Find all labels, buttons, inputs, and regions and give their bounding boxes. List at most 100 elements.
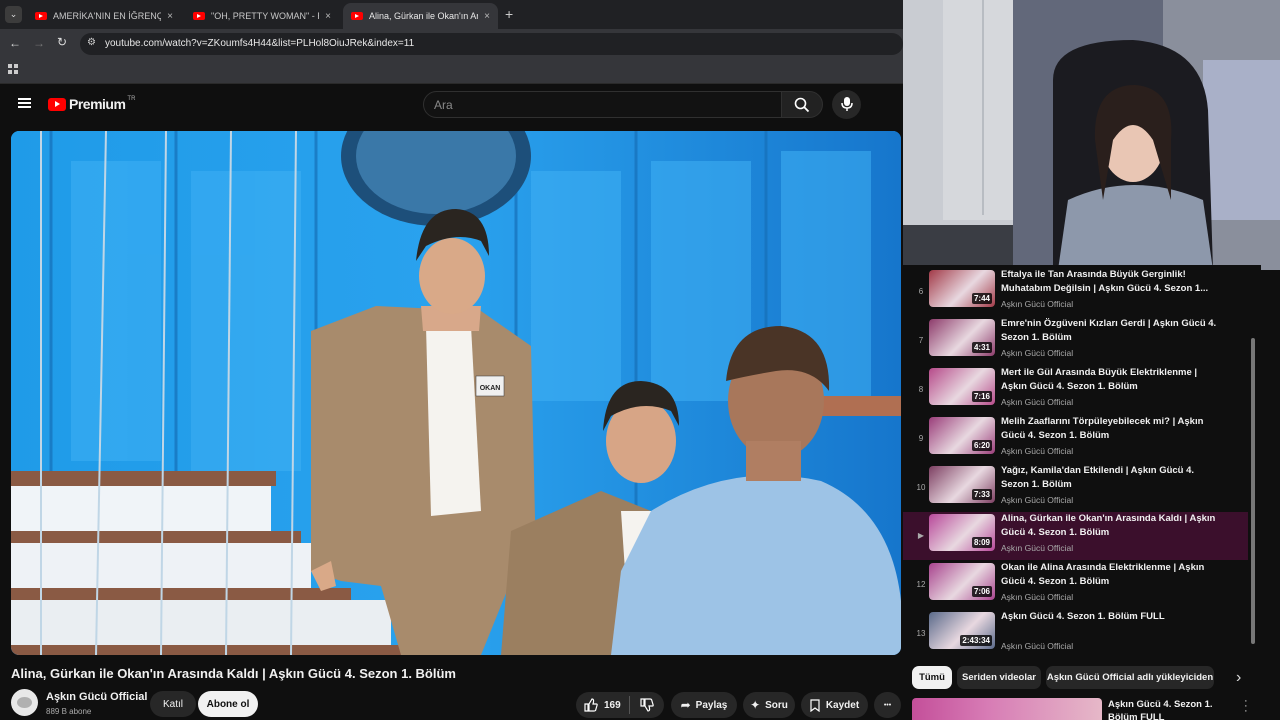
chevron-right-icon[interactable]: › [1236,669,1241,687]
save-button[interactable]: Kaydet [801,692,868,718]
playlist-thumbnail[interactable]: 4:31 [929,319,995,356]
address-bar[interactable]: ⚙ youtube.com/watch?v=ZKoumfs4H44&list=P… [80,33,903,55]
playlist-thumbnail[interactable]: 7:33 [929,466,995,503]
video-duration: 7:33 [971,489,992,500]
microphone-icon [841,97,853,111]
close-tab-icon[interactable]: × [484,11,490,22]
youtube-favicon-icon [35,12,47,20]
playlist-item[interactable]: 13 2:43:34 Aşkın Gücü 4. Sezon 1. Bölüm FU… [903,610,1248,655]
save-label: Kaydet [825,699,860,711]
playlist-thumbnail[interactable]: 7:06 [929,563,995,600]
video-duration: 4:31 [971,342,992,353]
more-actions-button[interactable]: ••• [874,692,901,718]
playlist-item-title[interactable]: Emre'nin Özgüveni Kızları Gerdi | Aşkın … [1001,317,1221,344]
playlist-item[interactable]: 6 7:44 Eftalya ile Tan Arasında Büyük Gerg… [903,268,1248,316]
join-button[interactable]: Katıl [150,691,196,717]
playlist-item-channel: Aşkın Gücü Official [1001,495,1074,505]
playlist-item-title[interactable]: Eftalya ile Tan Arasında Büyük Gerginlik… [1001,268,1221,295]
next-video-title[interactable]: Aşkın Gücü 4. Sezon 1. Bölüm FULL [1108,698,1238,720]
next-video-thumbnail[interactable] [912,698,1102,720]
ask-label: Soru [765,699,788,711]
chip-uploader[interactable]: Aşkın Gücü Official adlı yükleyiciden [1046,666,1214,689]
site-info-icon[interactable]: ⚙ [87,37,96,48]
apps-grid-icon[interactable] [8,64,18,74]
playlist-index: ▶ [917,531,925,540]
close-tab-icon[interactable]: × [325,11,331,22]
playlist-index: 6 [918,287,924,296]
playlist-item-channel: Aşkın Gücü Official [1001,348,1074,358]
playlist-index: 7 [918,336,924,345]
playlist-thumbnail[interactable]: 6:20 [929,417,995,454]
video-duration: 7:44 [971,293,992,304]
next-video-more-icon[interactable]: · · · [1244,696,1248,717]
video-duration: 2:43:34 [960,635,992,646]
video-duration: 6:20 [971,440,992,451]
playlist-index: 9 [918,434,924,443]
playlist-item[interactable]: 7 4:31 Emre'nin Özgüveni Kızları Gerdi | A… [903,317,1248,365]
voice-search-button[interactable] [832,90,861,119]
playlist-item[interactable]: ▶ 8:09 Alina, Gürkan ile Okan'ın Arasında … [903,512,1248,560]
playlist-item[interactable]: 8 7:16 Mert ile Gül Arasında Büyük Elektri… [903,366,1248,414]
chip-all[interactable]: Tümü [912,666,952,689]
search-button[interactable] [781,91,823,118]
youtube-favicon-icon [193,12,205,20]
like-dislike-group: 169 [576,692,664,718]
name-tag-text: OKAN [480,385,501,392]
playlist-item-channel: Aşkın Gücü Official [1001,592,1074,602]
video-frame: OKAN [11,131,901,655]
share-label: Paylaş [695,699,728,711]
playlist-item-title[interactable]: Melih Zaaflarını Törpüleyebilecek mi? | … [1001,415,1221,442]
logo-country: TR [127,96,136,102]
chip-series[interactable]: Seriden videolar [957,666,1041,689]
playlist-item[interactable]: 9 6:20 Melih Zaaflarını Törpüleyebilecek m… [903,415,1248,463]
channel-name[interactable]: Aşkın Gücü Official [46,691,147,703]
browser-tab-3[interactable]: Alina, Gürkan ile Okan'ın Arası × [343,3,498,29]
channel-avatar[interactable] [11,689,38,716]
subscribe-button[interactable]: Abone ol [198,691,258,717]
like-count: 169 [604,699,621,711]
forward-arrow-icon[interactable]: → [33,36,45,50]
logo-text: Premium [69,96,126,112]
video-player[interactable]: OKAN [11,131,901,655]
tab-search-button[interactable]: ⌄ [5,6,22,23]
search-input[interactable]: Ara [423,91,782,118]
playlist-thumbnail[interactable]: 7:16 [929,368,995,405]
webcam-overlay [903,0,1280,270]
playlist-item-title[interactable]: Yağız, Kamila'dan Etkilendi | Aşkın Gücü… [1001,464,1221,491]
playlist-item-channel: Aşkın Gücü Official [1001,543,1074,553]
close-tab-icon[interactable]: × [167,11,173,22]
thumbs-down-icon[interactable] [640,698,654,712]
playlist-thumbnail[interactable]: 2:43:34 [929,612,995,649]
youtube-favicon-icon [351,12,363,20]
playlist-item-channel: Aşkın Gücü Official [1001,397,1074,407]
back-arrow-icon[interactable]: ← [9,36,21,50]
ask-button[interactable]: ✦ Soru [743,692,795,718]
new-tab-button[interactable]: + [505,6,513,22]
browser-tab-1[interactable]: AMERİKA'NIN EN İĞRENÇ PRO × [27,3,181,29]
playlist-item-title[interactable]: Okan ile Alina Arasında Elektriklenme | … [1001,561,1221,588]
playlist-item[interactable]: 10 7:33 Yağız, Kamila'dan Etkilendi | Aşkı… [903,464,1248,512]
sparkle-icon: ✦ [750,698,761,712]
playlist-thumbnail[interactable]: 8:09 [929,514,995,551]
video-title: Alina, Gürkan ile Okan'ın Arasında Kaldı… [11,666,456,681]
youtube-logo[interactable]: Premium TR [48,96,135,112]
menu-icon[interactable] [18,98,31,108]
like-button[interactable]: 169 [576,696,630,714]
playlist-item-title[interactable]: Aşkın Gücü 4. Sezon 1. Bölüm FULL [1001,610,1221,624]
playlist-item-channel: Aşkın Gücü Official [1001,299,1074,309]
playlist-item[interactable]: 12 7:06 Okan ile Alina Arasında Elektrikle… [903,561,1248,609]
playlist-index: 12 [916,580,926,589]
video-duration: 7:06 [971,586,992,597]
playlist-item-title[interactable]: Alina, Gürkan ile Okan'ın Arasında Kaldı… [1001,512,1221,539]
reload-icon[interactable]: ↻ [57,35,67,49]
playlist-thumbnail[interactable]: 7:44 [929,270,995,307]
share-button[interactable]: ➦ Paylaş [671,692,737,718]
playlist-index: 13 [916,629,926,638]
browser-tab-2[interactable]: "OH, PRETTY WOMAN" - Roy O × [185,3,339,29]
playlist-panel: 6 7:44 Eftalya ile Tan Arasında Büyük Gerg… [903,265,1261,655]
url-text: youtube.com/watch?v=ZKoumfs4H44&list=PLH… [105,38,415,49]
playlist-item-title[interactable]: Mert ile Gül Arasında Büyük Elektriklenm… [1001,366,1221,393]
subscriber-count: 889 B abone [46,707,92,716]
playlist-scrollbar[interactable] [1251,338,1255,644]
tab-title: "OH, PRETTY WOMAN" - Roy O [211,11,319,21]
